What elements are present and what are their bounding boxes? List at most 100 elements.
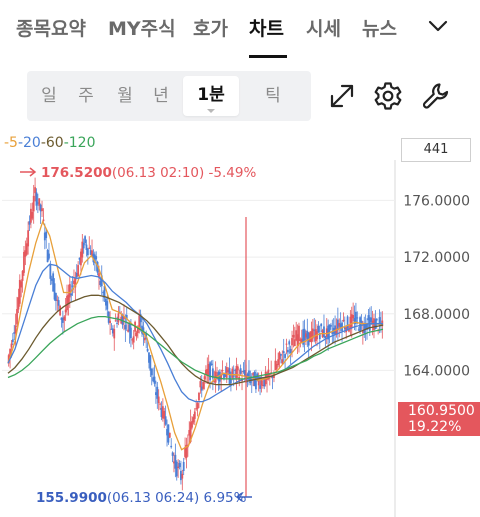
- tab-summary[interactable]: 종목요약: [16, 14, 86, 41]
- candle-body: [88, 247, 91, 249]
- moving-average-legend: -5-20-60-120: [4, 135, 96, 151]
- candle-body: [114, 320, 117, 322]
- candle-body: [63, 316, 66, 321]
- expand-icon[interactable]: [326, 80, 358, 112]
- candle-body: [317, 325, 320, 333]
- current-price-value: 160.9500: [408, 403, 475, 419]
- period-1min[interactable]: 1분: [183, 76, 239, 116]
- gear-icon[interactable]: [372, 80, 404, 112]
- candle-body: [113, 329, 116, 339]
- candle-body: [198, 392, 200, 401]
- candle-body: [323, 326, 325, 337]
- candle-body: [346, 316, 349, 329]
- candle-body: [27, 230, 30, 247]
- candle-body: [31, 211, 34, 219]
- candle-body: [284, 354, 286, 358]
- tab-orderbook[interactable]: 호가: [193, 14, 228, 41]
- tab-news[interactable]: 뉴스: [362, 14, 397, 41]
- candle-body: [77, 265, 80, 277]
- candle-body: [286, 349, 289, 353]
- candle-body: [82, 242, 85, 249]
- ma-legend-item-20: -20: [17, 135, 41, 151]
- candle-body: [71, 285, 74, 287]
- candle-body: [359, 317, 361, 332]
- candle-body: [157, 396, 160, 403]
- low-price-time: (06.13 06:24) 6.95%: [107, 490, 247, 506]
- candle-body: [281, 359, 284, 364]
- candle-body: [288, 341, 291, 345]
- candle-body: [221, 370, 224, 372]
- candle-body: [202, 382, 205, 389]
- candle-body: [11, 339, 14, 343]
- candle-body: [232, 375, 235, 377]
- tab-quotes[interactable]: 시세: [306, 14, 341, 41]
- candle-body: [291, 338, 293, 346]
- candle-body: [352, 314, 355, 319]
- active-tab-indicator: [249, 55, 287, 58]
- count-input[interactable]: 441: [401, 138, 471, 162]
- y-tick-label: 176.0000: [403, 193, 470, 209]
- candle-body: [116, 322, 118, 324]
- candle-body: [168, 432, 171, 438]
- candle-body: [130, 327, 132, 339]
- candle-body: [41, 208, 43, 212]
- period-tick[interactable]: 틱: [255, 71, 291, 121]
- candle-body: [16, 309, 18, 325]
- candle-body: [375, 318, 378, 321]
- candle-body: [285, 343, 288, 345]
- candle-body: [170, 445, 173, 448]
- candle-body: [277, 359, 280, 366]
- period-week[interactable]: 주: [68, 71, 104, 121]
- candle-body: [203, 376, 206, 380]
- candle-body: [109, 320, 111, 323]
- candle-body: [356, 317, 359, 319]
- candle-body: [57, 300, 60, 306]
- candle-body: [320, 323, 323, 327]
- low-price-value: 155.9900: [36, 490, 107, 506]
- candle-body: [259, 385, 261, 389]
- candle-body: [239, 368, 242, 374]
- candle-body: [280, 354, 282, 356]
- candle-body: [124, 325, 127, 330]
- candle-body: [135, 332, 138, 337]
- period-day[interactable]: 일: [31, 71, 67, 121]
- high-price-label: 176.5200(06.13 02:10) -5.49%: [41, 165, 256, 181]
- candle-body: [293, 339, 296, 347]
- period-year[interactable]: 년: [143, 71, 179, 121]
- candle-body: [49, 264, 52, 279]
- candle-body: [181, 473, 184, 479]
- candle-body: [342, 319, 345, 322]
- tab-chart[interactable]: 차트: [249, 14, 284, 41]
- price-chart[interactable]: 176.0000 172.0000 168.0000 164.0000 176.5200…: [0, 160, 480, 517]
- candle-body: [146, 348, 149, 352]
- candle-body: [199, 381, 202, 388]
- ma-legend-item-60: -60: [40, 135, 64, 151]
- candle-body: [225, 367, 228, 378]
- current-price-tag: 160.9500 19.22%: [398, 402, 480, 436]
- candle-body: [95, 256, 98, 260]
- candle-body: [282, 351, 285, 353]
- wrench-icon[interactable]: [420, 80, 452, 112]
- candle-body: [149, 355, 152, 371]
- ma-legend-item-5: -5: [4, 135, 18, 151]
- candle-body: [236, 366, 239, 371]
- candle-body: [164, 416, 167, 425]
- y-tick-label: 164.0000: [403, 363, 470, 379]
- period-1min-label: 1분: [197, 85, 225, 105]
- candle-body: [159, 403, 161, 405]
- current-price-pct: 19.22%: [408, 419, 462, 435]
- candle-body: [117, 313, 120, 323]
- candle-body: [48, 253, 50, 259]
- high-price-value: 176.5200: [41, 165, 112, 181]
- candle-body: [210, 363, 213, 366]
- candle-body: [153, 376, 156, 384]
- high-price-time: (06.13 02:10) -5.49%: [112, 165, 257, 181]
- candle-body: [289, 348, 292, 354]
- period-month[interactable]: 월: [107, 71, 143, 121]
- candle-body: [298, 325, 300, 341]
- candle-body: [178, 463, 181, 468]
- chevron-down-icon[interactable]: [426, 14, 450, 38]
- tab-my-stocks[interactable]: MY주식: [108, 14, 176, 41]
- candle-body: [330, 324, 332, 327]
- caret-down-icon: [207, 109, 215, 113]
